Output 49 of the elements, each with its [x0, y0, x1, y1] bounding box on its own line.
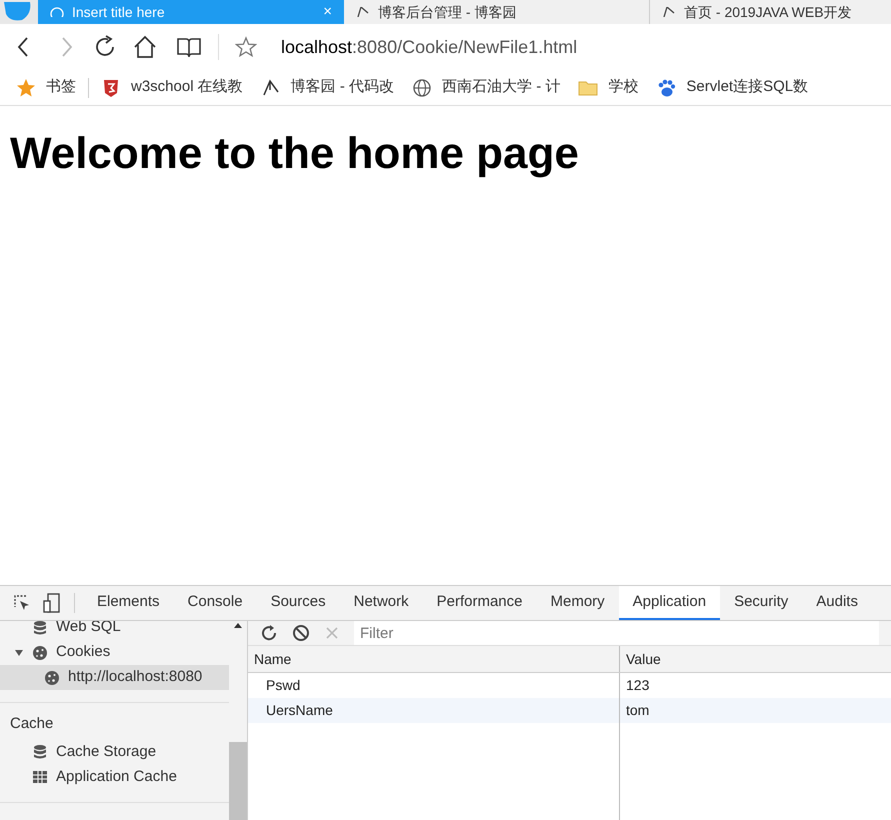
devtools-tab[interactable]: Sources	[256, 586, 340, 620]
grid-icon	[32, 769, 48, 785]
tab-title: 博客后台管理 - 博客园	[378, 3, 518, 21]
cookie-icon	[32, 644, 48, 660]
devtools-tab[interactable]: Elements	[83, 586, 174, 620]
devtools-tab[interactable]: Memory	[536, 586, 619, 620]
address-field[interactable]: localhost:8080/Cookie/NewFile1.html	[281, 34, 578, 60]
bookmark-link[interactable]: 西南石油大学 - 计	[442, 76, 560, 99]
cookie-icon	[44, 670, 60, 686]
sidebar-item[interactable]: Cache Storage	[0, 740, 229, 764]
shield-icon	[101, 78, 121, 98]
table-cell-text: tom	[625, 701, 650, 720]
star-icon[interactable]	[235, 36, 257, 58]
scrollbar-thumb[interactable]	[229, 742, 247, 820]
table-cell: UersName	[248, 698, 620, 723]
devtools-tab[interactable]: Security	[720, 586, 802, 620]
devtools-tab[interactable]: Audits	[802, 586, 872, 620]
paw-icon	[656, 78, 676, 98]
sidebar-item[interactable]: Cookies	[0, 640, 229, 665]
tab-title: Insert title here	[72, 3, 166, 21]
filter-field[interactable]: Filter	[354, 621, 879, 645]
bookmark-link[interactable]: 博客园 - 代码改	[290, 76, 394, 99]
devtools-tab[interactable]: Network	[340, 586, 423, 620]
devtools-tab[interactable]: Performance	[422, 586, 536, 620]
expanded-arrow-icon[interactable]	[14, 648, 24, 658]
refresh-icon[interactable]	[260, 624, 278, 642]
browser-tab[interactable]: 博客后台管理 - 博客园	[344, 0, 650, 24]
bookmark-link[interactable]: Servlet连接SQL数	[686, 76, 808, 99]
table-row[interactable]: UersName tom	[248, 698, 891, 723]
sidebar-item[interactable]: http://localhost:8080	[0, 665, 229, 690]
column-header[interactable]: Value	[620, 646, 891, 672]
bookmark-link[interactable]: 书签	[46, 76, 76, 99]
home-icon[interactable]	[132, 34, 158, 60]
table-cell-text: 123	[625, 676, 650, 695]
devtools-tab[interactable]: Console	[174, 586, 257, 620]
page-heading: Welcome to the home page	[10, 128, 580, 180]
bookmark-link[interactable]: 学校	[608, 76, 638, 99]
devtools-tab[interactable]: Application	[618, 586, 720, 620]
block-icon[interactable]	[292, 624, 310, 642]
sidebar-item[interactable]: Application Cache	[0, 764, 229, 790]
column-header[interactable]: Name	[248, 646, 620, 672]
device-icon[interactable]	[42, 593, 62, 613]
star-icon	[16, 78, 36, 98]
bookmark-link[interactable]: w3school 在线教	[131, 76, 243, 99]
database-icon	[32, 621, 48, 636]
browser-tab[interactable]: 首页 - 2019JAVA WEB开发	[650, 0, 891, 24]
database-icon	[32, 744, 48, 760]
section-title: Cache	[9, 714, 54, 734]
tab-title: 首页 - 2019JAVA WEB开发	[684, 3, 853, 21]
